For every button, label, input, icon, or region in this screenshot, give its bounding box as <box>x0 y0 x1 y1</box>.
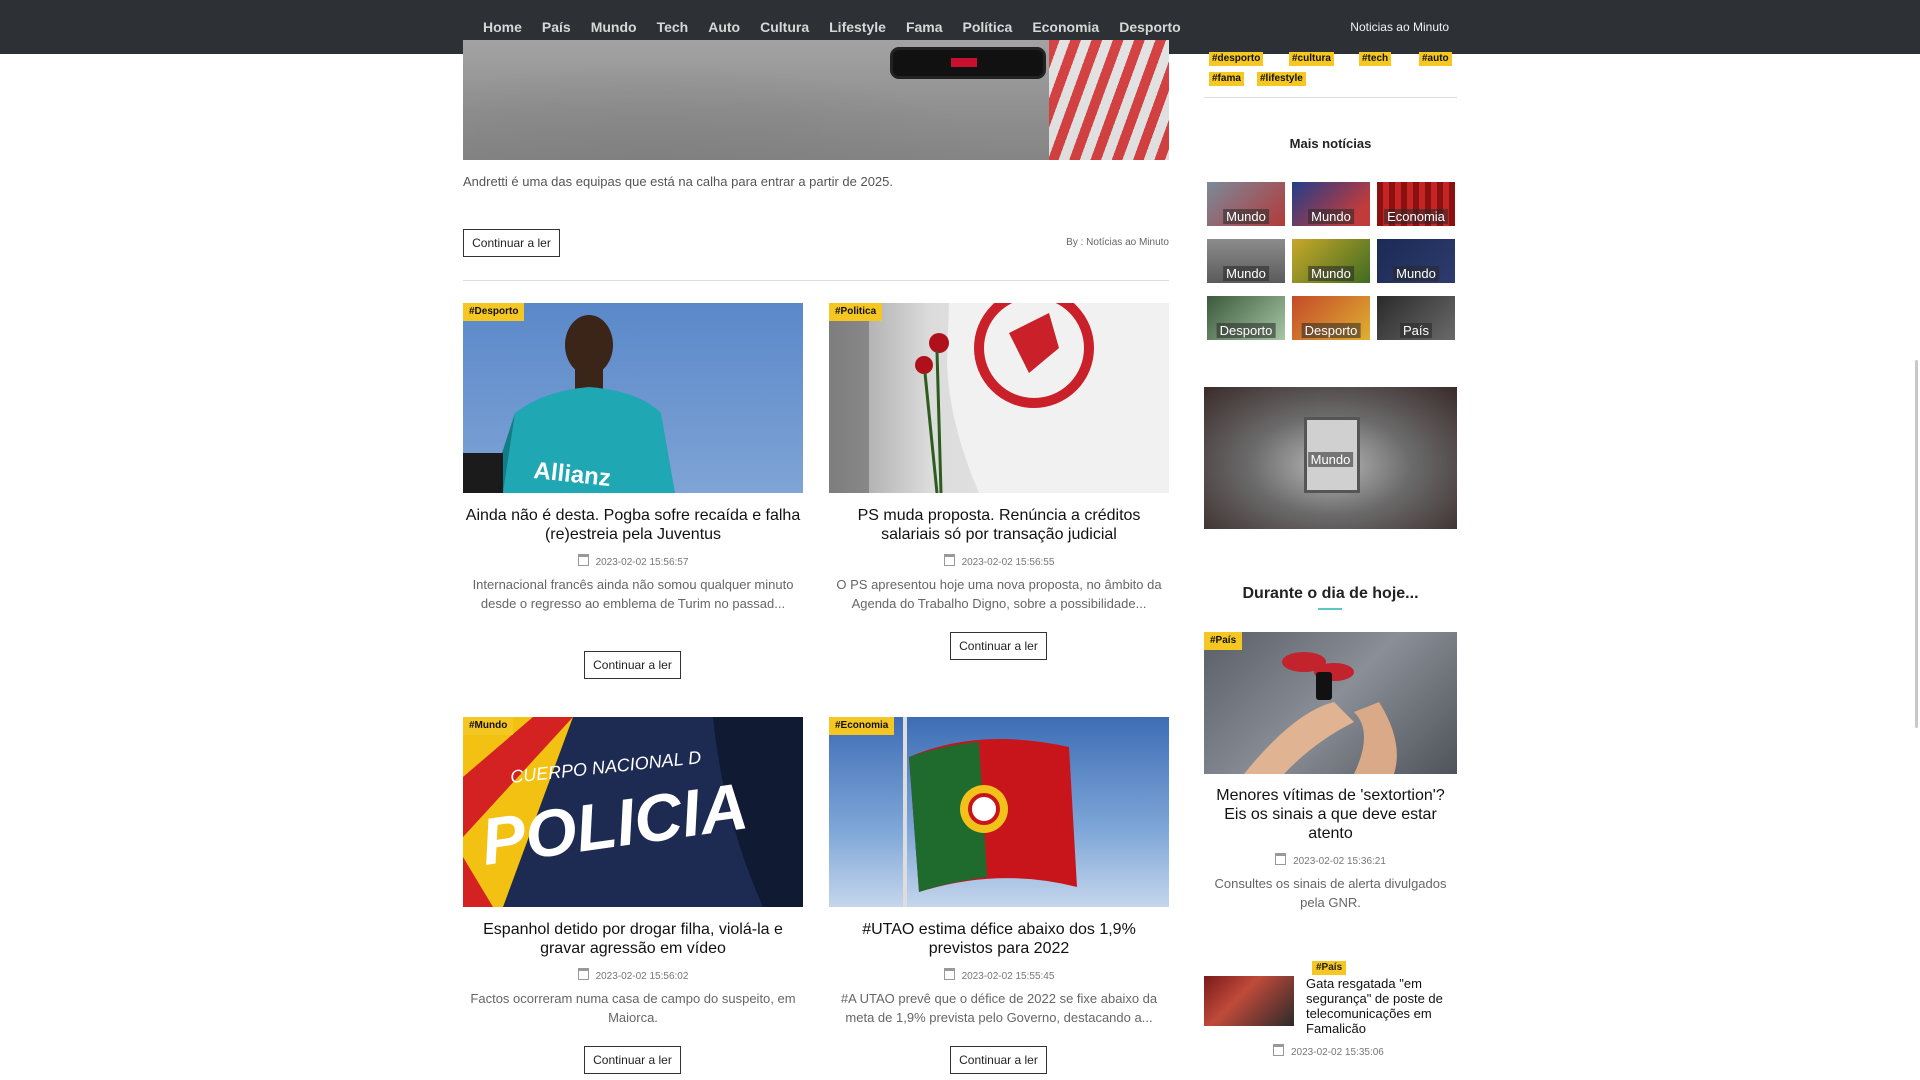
sidebar-divider <box>1204 97 1457 98</box>
article-excerpt: O PS apresentou hoje uma nova proposta, … <box>836 577 1162 611</box>
featured-article-excerpt: Consultes os sinais de alerta divulgados… <box>1214 876 1447 910</box>
more-news-thumb[interactable]: Desporto <box>1207 296 1285 340</box>
more-news-heading: Mais notícias <box>1289 136 1372 151</box>
calendar-icon <box>577 554 589 566</box>
mini-article-image[interactable] <box>1204 976 1294 1026</box>
article-image-pogba[interactable]: Allianz #Desporto <box>463 303 803 493</box>
site-brand[interactable]: Noticias ao Minuto <box>1350 0 1449 54</box>
article-title[interactable]: Espanhol detido por drogar filha, violá-… <box>463 920 803 958</box>
today-heading: Durante o dia de hoje... <box>1242 585 1419 602</box>
hero-caption: Andretti é uma das equipas que está na c… <box>463 174 894 189</box>
tag-auto[interactable]: #auto <box>1419 52 1452 66</box>
calendar-icon <box>1273 1044 1284 1056</box>
thumb-label: País <box>1399 323 1433 338</box>
more-news-thumb[interactable]: País <box>1377 296 1455 340</box>
hero-read-more-button[interactable]: Continuar a ler <box>463 229 560 257</box>
tag-tech[interactable]: #tech <box>1359 52 1392 66</box>
article-date-text: 2023-02-02 15:55:45 <box>961 971 1055 982</box>
thumb-label: Desporto <box>1301 323 1361 338</box>
more-news-thumb[interactable]: Mundo <box>1377 239 1455 283</box>
tag-cultura[interactable]: #cultura <box>1289 52 1334 66</box>
tag-lifestyle[interactable]: #lifestyle <box>1257 72 1306 86</box>
article-title[interactable]: PS muda proposta. Renúncia a créditos sa… <box>829 506 1169 544</box>
more-news-thumb[interactable]: Mundo <box>1207 182 1285 226</box>
calendar-icon <box>943 554 955 566</box>
portugal-flag-illustration <box>903 717 1077 907</box>
featured-article-date: 2023-02-02 15:36:21 <box>1204 853 1457 867</box>
thumb-label: Mundo <box>1393 266 1439 281</box>
more-news-thumb[interactable]: Mundo <box>1292 239 1370 283</box>
article-date: 2023-02-02 15:56:02 <box>463 968 803 982</box>
mini-article-tag[interactable]: #País <box>1312 961 1347 975</box>
more-news-thumb[interactable]: Mundo <box>1292 182 1370 226</box>
calendar-icon <box>577 968 589 980</box>
featured-article-date-text: 2023-02-02 15:36:21 <box>1293 856 1386 867</box>
more-news-thumb[interactable]: Desporto <box>1292 296 1370 340</box>
phone-legs-illustration <box>1244 652 1397 774</box>
thumb-label: Economia <box>1384 209 1448 224</box>
article-tag[interactable]: #Desporto <box>463 303 525 321</box>
article-title[interactable]: Ainda não é desta. Pogba sofre recaída e… <box>463 506 803 544</box>
article-excerpt: Internacional francês ainda não somou qu… <box>472 577 794 611</box>
article-image-policia[interactable]: CUERPO NACIONAL D POLICIA #Mundo <box>463 717 803 907</box>
mini-article-date-text: 2023-02-02 15:35:06 <box>1291 1047 1384 1058</box>
article-date-text: 2023-02-02 15:56:57 <box>595 557 689 568</box>
read-more-button[interactable]: Continuar a ler <box>584 1046 681 1074</box>
article-excerpt: #A UTAO prevê que o défice de 2022 se fi… <box>840 991 1158 1025</box>
article-title[interactable]: #UTAO estima défice abaixo dos 1,9% prev… <box>829 920 1169 958</box>
hero-byline: By : Notícias ao Minuto <box>1066 237 1169 248</box>
read-more-button[interactable]: Continuar a ler <box>584 651 681 679</box>
tag-fama[interactable]: #fama <box>1209 72 1244 86</box>
police-car-illustration: CUERPO NACIONAL D POLICIA <box>463 717 803 907</box>
mini-article-title[interactable]: Gata resgatada "em segurança" de poste d… <box>1306 976 1456 1036</box>
featured-article-image[interactable]: #País <box>1204 632 1457 774</box>
section-divider <box>463 280 1169 281</box>
thumb-label: Mundo <box>1223 266 1269 281</box>
more-news-thumb[interactable]: Economia <box>1377 182 1455 226</box>
thumb-label: Mundo <box>1308 266 1354 281</box>
mini-article-date: 2023-02-02 15:35:06 <box>1273 1044 1384 1058</box>
read-more-button[interactable]: Continuar a ler <box>950 632 1047 660</box>
article-image-portugal-flag[interactable]: #Economia <box>829 717 1169 907</box>
thumb-label: Desporto <box>1216 323 1276 338</box>
featured-article-title[interactable]: Menores vítimas de 'sextortion'? Eis os … <box>1204 786 1457 843</box>
read-more-button[interactable]: Continuar a ler <box>950 1046 1047 1074</box>
feature-image-label: Mundo <box>1307 452 1354 467</box>
article-date-text: 2023-02-02 15:56:02 <box>595 971 689 982</box>
calendar-icon <box>1275 853 1287 865</box>
player-illustration: Allianz <box>463 315 675 493</box>
article-tag[interactable]: #Economia <box>829 717 895 735</box>
more-news-thumb[interactable]: Mundo <box>1207 239 1285 283</box>
flag-and-roses-illustration <box>829 303 1169 493</box>
track-kerb <box>1049 40 1169 160</box>
article-excerpt: Factos ocorreram numa casa de campo do s… <box>470 991 796 1025</box>
thumb-label: Mundo <box>1308 209 1354 224</box>
sidebar-feature-image[interactable]: Mundo <box>1204 387 1457 529</box>
article-tag[interactable]: #Mundo <box>463 717 514 735</box>
calendar-icon <box>943 968 955 980</box>
article-date: 2023-02-02 15:56:55 <box>829 554 1169 568</box>
tag-desporto[interactable]: #desporto <box>1209 52 1264 66</box>
heading-underline <box>1318 608 1342 610</box>
race-car-image <box>893 50 1043 76</box>
article-tag[interactable]: #País <box>1204 632 1243 650</box>
article-date-text: 2023-02-02 15:56:55 <box>961 557 1055 568</box>
page-scrollbar[interactable] <box>1915 360 1918 728</box>
article-date: 2023-02-02 15:55:45 <box>829 968 1169 982</box>
thumb-label: Mundo <box>1223 209 1269 224</box>
article-date: 2023-02-02 15:56:57 <box>463 554 803 568</box>
article-image-ps[interactable]: #Politica <box>829 303 1169 493</box>
hero-image[interactable] <box>463 40 1169 160</box>
article-tag[interactable]: #Politica <box>829 303 883 321</box>
